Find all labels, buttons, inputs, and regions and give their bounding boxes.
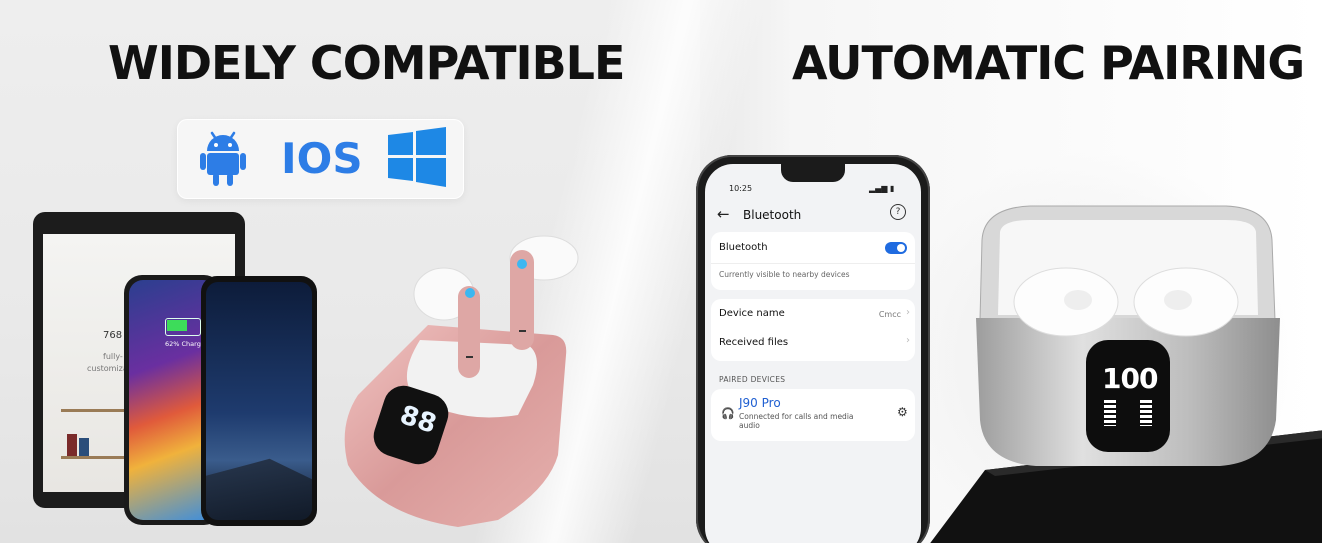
battery-icon <box>165 318 201 336</box>
paired-devices-header: PAIRED DEVICES <box>719 375 786 384</box>
tablet-caption-1: fully- <box>103 352 123 361</box>
device-settings-card: Device name Cmcc › Received files › <box>711 299 915 361</box>
received-files-label: Received files <box>719 337 789 348</box>
device-name-value: Cmcc <box>878 310 901 319</box>
help-icon[interactable]: ? <box>890 204 906 220</box>
received-files-row[interactable]: Received files › <box>711 330 915 361</box>
bluetooth-settings-screen: 10:25 ▂▄▆ ▮ ← Bluetooth ? Bluetooth Curr… <box>705 164 921 543</box>
bluetooth-card: Bluetooth Currently visible to nearby de… <box>711 232 915 290</box>
bluetooth-toggle[interactable] <box>885 242 907 254</box>
tablet-shelf <box>61 409 131 412</box>
tablet-book <box>79 438 89 456</box>
silver-case-digit-display: 100 <box>1102 362 1158 395</box>
right-battery-bars <box>1140 400 1152 426</box>
charge-text: 62% Charge <box>165 340 205 348</box>
windows-icon <box>388 127 446 187</box>
tablet-book <box>67 434 77 456</box>
headline-compatible: WIDELY COMPATIBLE <box>108 36 625 90</box>
os-compatibility-panel: IOS <box>177 119 464 199</box>
rose-gold-earbud-right <box>502 232 586 354</box>
headphones-icon: 🎧 <box>721 407 735 420</box>
left-battery-bars <box>1104 400 1116 426</box>
rose-gold-earbud-left <box>408 258 484 384</box>
headline-pairing: AUTOMATIC PAIRING <box>792 36 1305 90</box>
paired-device-status: Connected for calls and media audio <box>739 412 854 430</box>
paired-device-name: J90 Pro <box>739 396 781 410</box>
phone-notch <box>781 164 845 182</box>
back-arrow-icon[interactable]: ← <box>717 205 730 223</box>
status-time: 10:25 <box>729 184 753 193</box>
page-title: Bluetooth <box>743 208 802 222</box>
tablet-shelf <box>61 456 131 459</box>
settings-phone: 10:25 ▂▄▆ ▮ ← Bluetooth ? Bluetooth Curr… <box>696 155 930 543</box>
silver-charging-case: 100 <box>970 200 1286 470</box>
device-name-label: Device name <box>719 308 785 319</box>
bluetooth-toggle-label: Bluetooth <box>719 242 768 253</box>
ios-label: IOS <box>281 134 363 183</box>
signal-battery-icon: ▂▄▆ ▮ <box>869 184 895 193</box>
paired-device-row[interactable]: 🎧 J90 Pro Connected for calls and media … <box>711 389 915 441</box>
visibility-text: Currently visible to nearby devices <box>719 270 850 279</box>
device-name-row[interactable]: Device name Cmcc › <box>711 299 915 329</box>
android-phone-device <box>201 276 317 526</box>
chevron-right-icon: › <box>906 307 910 318</box>
product-banner: WIDELY COMPATIBLE AUTOMATIC PAIRING IOS <box>0 0 1322 543</box>
android-icon <box>200 129 246 187</box>
chevron-right-icon: › <box>906 335 910 346</box>
gear-icon[interactable]: ⚙ <box>897 405 908 419</box>
android-phone-screen <box>206 282 312 520</box>
